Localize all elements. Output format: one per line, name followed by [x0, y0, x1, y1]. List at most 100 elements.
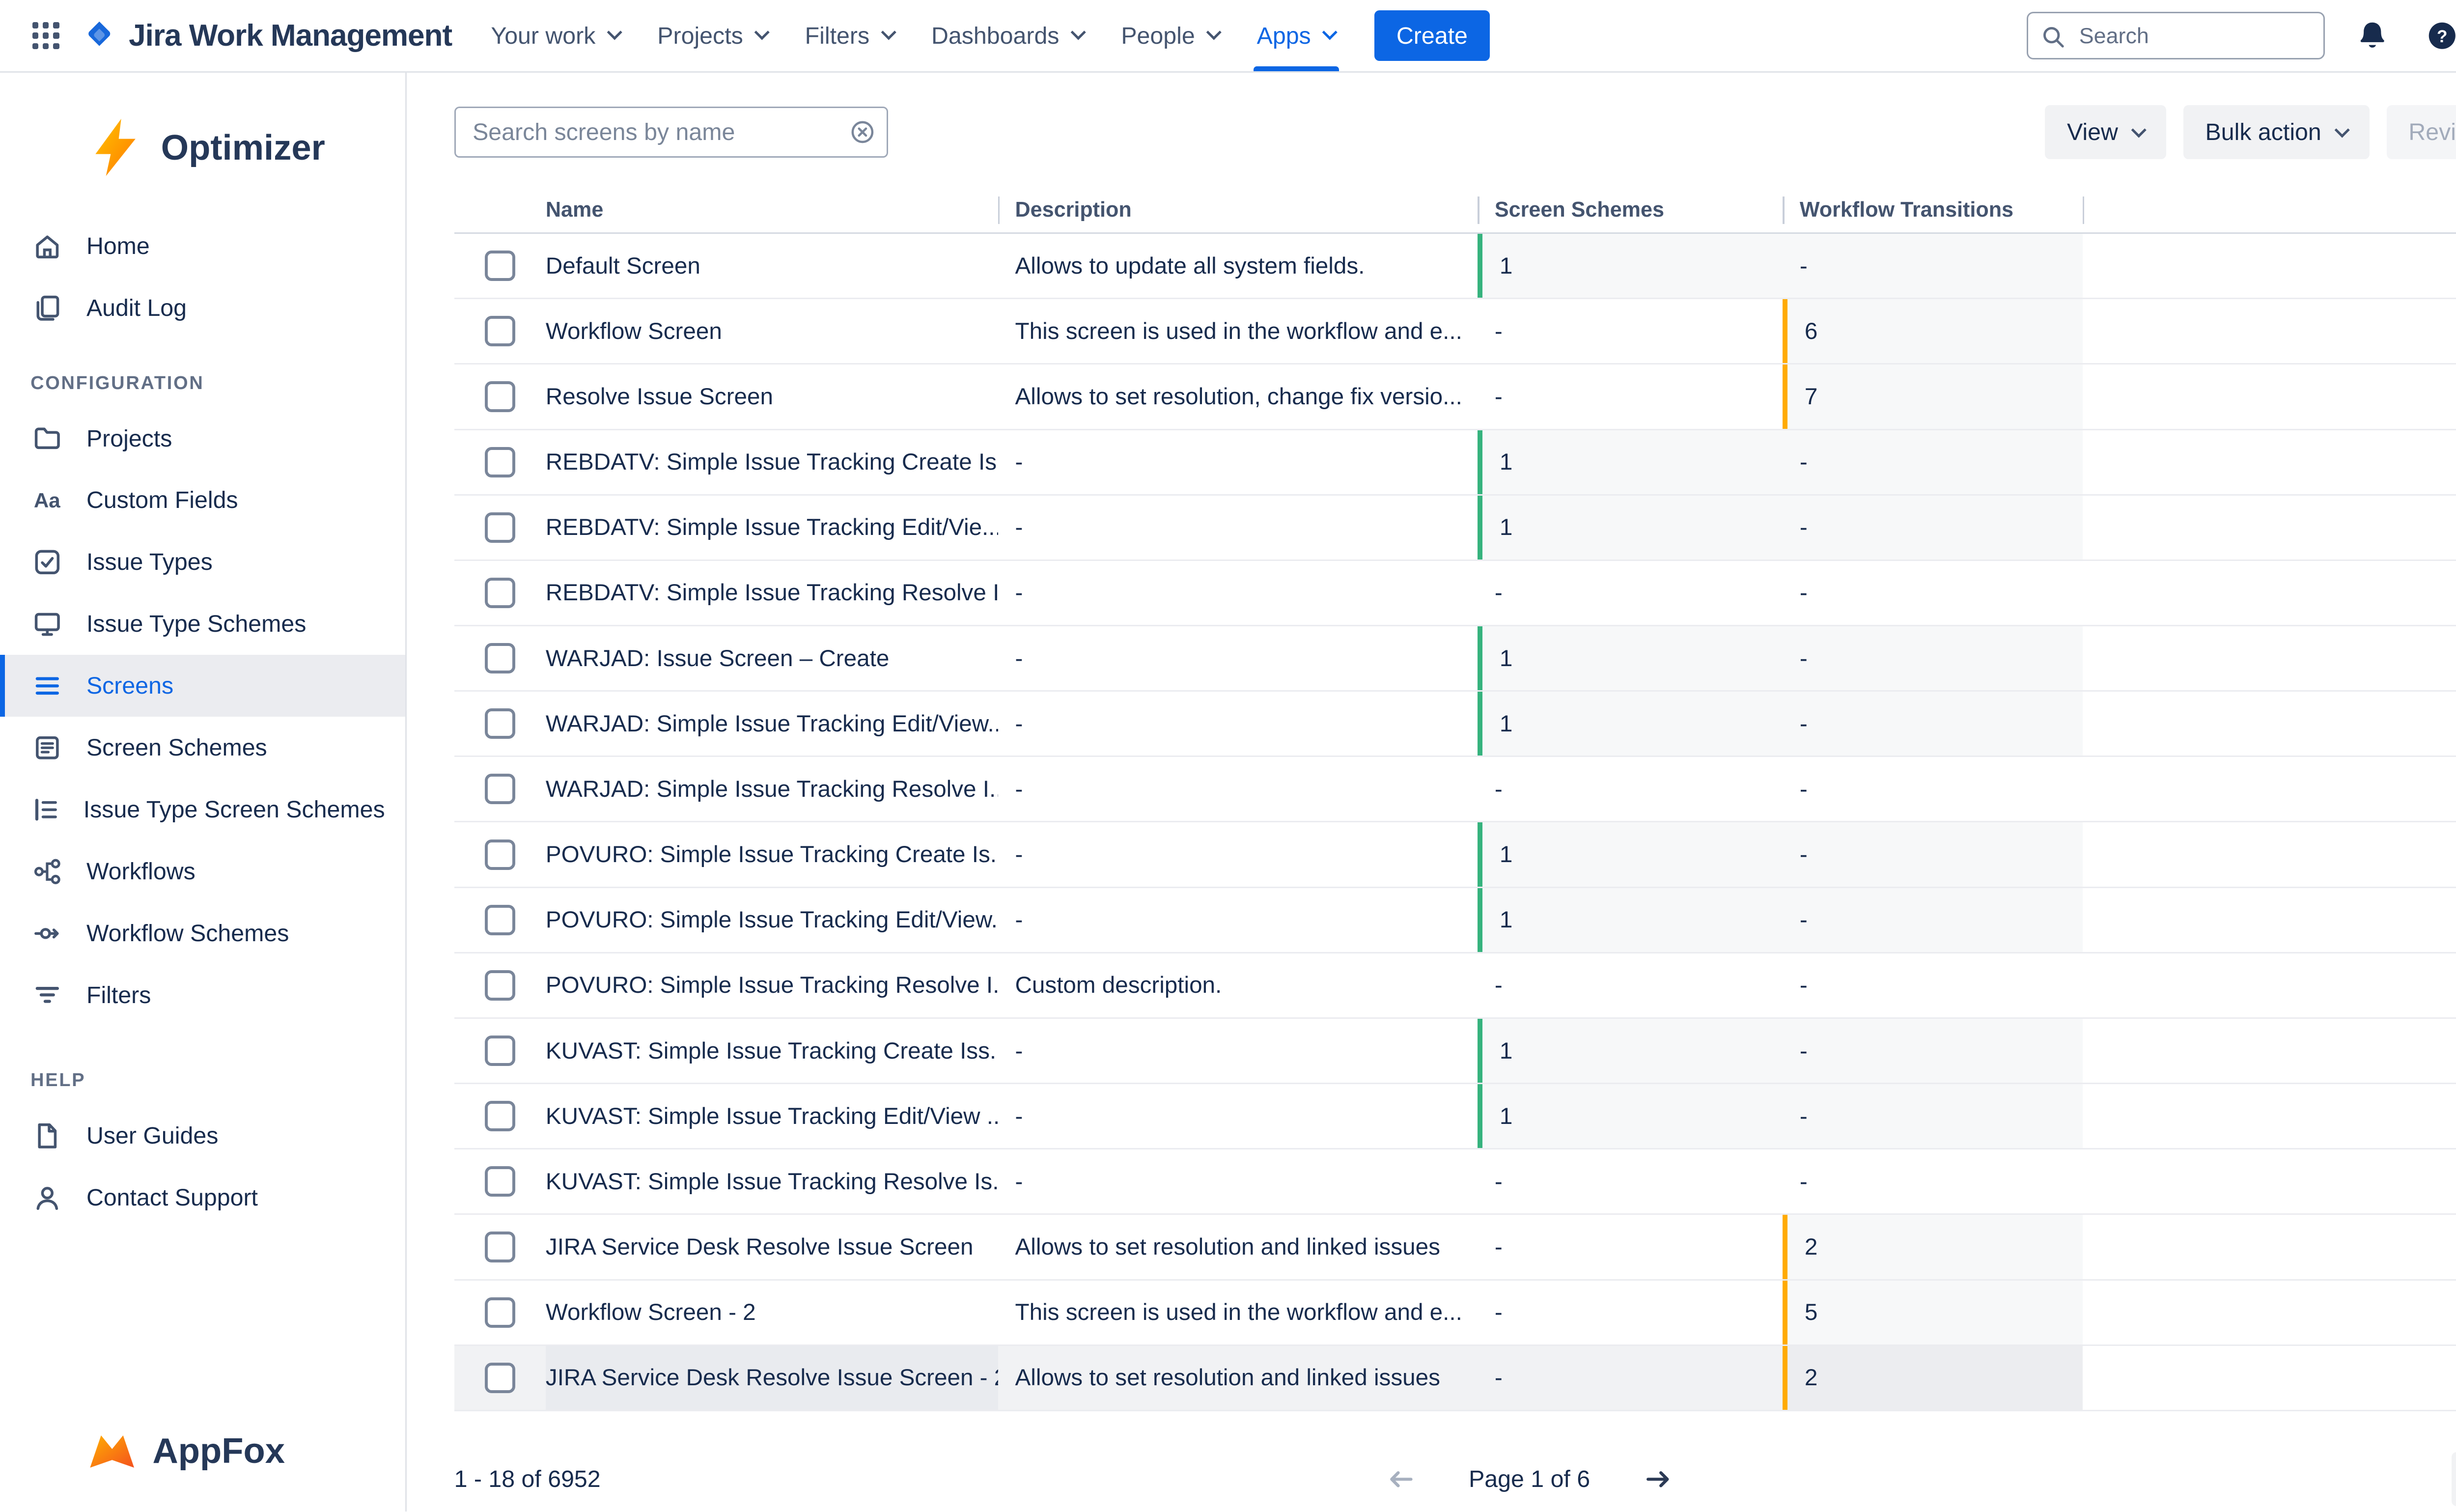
- table-row[interactable]: REBDATV: Simple Issue Tracking Resolve I…: [454, 561, 2456, 626]
- clear-search-icon[interactable]: [849, 118, 876, 145]
- chevron-down-icon: [1070, 25, 1086, 40]
- row-checkbox[interactable]: [485, 381, 515, 412]
- row-checkbox[interactable]: [485, 447, 515, 477]
- table-row[interactable]: KUVAST: Simple Issue Tracking Edit/View …: [454, 1084, 2456, 1149]
- row-checkbox[interactable]: [485, 643, 515, 673]
- page-indicator: Page 1 of 6: [1469, 1465, 1590, 1493]
- screen-schemes-value: -: [1478, 757, 1783, 821]
- row-checkbox[interactable]: [485, 512, 515, 543]
- nav-item-projects[interactable]: Projects: [639, 0, 786, 71]
- row-checkbox[interactable]: [485, 578, 515, 608]
- workflow-transitions-value: -: [1783, 757, 2083, 821]
- top-navigation: Jira Work Management Your workProjectsFi…: [0, 0, 2456, 73]
- row-checkbox[interactable]: [485, 1101, 515, 1131]
- row-checkbox[interactable]: [485, 774, 515, 804]
- table-row[interactable]: POVURO: Simple Issue Tracking Create Is.…: [454, 822, 2456, 888]
- sidebar-item-label: Issue Type Screen Schemes: [84, 796, 385, 823]
- main-content: View Bulk action Review changes Name Des…: [407, 73, 2456, 1512]
- table-row[interactable]: POVURO: Simple Issue Tracking Resolve I.…: [454, 953, 2456, 1019]
- row-filler: [2083, 626, 2456, 690]
- screen-schemes-value: 1: [1478, 1019, 1783, 1083]
- sidebar-item-user-guides[interactable]: User Guides: [0, 1105, 405, 1167]
- table-row[interactable]: REBDATV: Simple Issue Tracking Edit/Vie.…: [454, 496, 2456, 561]
- row-checkbox[interactable]: [485, 1166, 515, 1197]
- nav-item-dashboards[interactable]: Dashboards: [913, 0, 1102, 71]
- nav-item-filters[interactable]: Filters: [786, 0, 913, 71]
- row-checkbox[interactable]: [485, 840, 515, 870]
- previous-page-arrow-icon[interactable]: [1377, 1456, 1425, 1503]
- next-page-arrow-icon[interactable]: [1634, 1456, 1682, 1503]
- help-icon[interactable]: ?: [2420, 14, 2456, 58]
- table-row[interactable]: WARJAD: Issue Screen – Create - 1 -: [454, 626, 2456, 692]
- table-row[interactable]: REBDATV: Simple Issue Tracking Create Is…: [454, 430, 2456, 496]
- row-filler: [2083, 757, 2456, 821]
- custom-fields-icon: Aa: [30, 483, 64, 517]
- sidebar-item-issue-type-schemes[interactable]: Issue Type Schemes: [0, 593, 405, 655]
- row-filler: [2083, 692, 2456, 756]
- sidebar-item-issue-type-screen-schemes[interactable]: Issue Type Screen Schemes: [0, 779, 405, 840]
- screen-description: -: [998, 1149, 1478, 1213]
- sidebar-item-projects[interactable]: Projects: [0, 408, 405, 470]
- sidebar-item-label: Home: [86, 232, 150, 260]
- table-row[interactable]: WARJAD: Simple Issue Tracking Edit/View.…: [454, 692, 2456, 757]
- row-checkbox-cell: [454, 234, 546, 298]
- row-checkbox[interactable]: [485, 1297, 515, 1328]
- sidebar-item-home[interactable]: Home: [0, 215, 405, 277]
- sidebar-item-screen-schemes[interactable]: Screen Schemes: [0, 717, 405, 779]
- screen-description: -: [998, 757, 1478, 821]
- table-row[interactable]: Default Screen Allows to update all syst…: [454, 234, 2456, 299]
- workflow-transitions-value: -: [1783, 1019, 2083, 1083]
- appfox-brand: AppFox: [0, 1424, 405, 1512]
- table-row[interactable]: KUVAST: Simple Issue Tracking Create Iss…: [454, 1019, 2456, 1084]
- row-checkbox[interactable]: [485, 708, 515, 739]
- sidebar-item-contact-support[interactable]: Contact Support: [0, 1167, 405, 1229]
- row-checkbox[interactable]: [485, 1363, 515, 1393]
- sidebar-item-filters[interactable]: Filters: [0, 964, 405, 1026]
- row-checkbox[interactable]: [485, 970, 515, 1001]
- sidebar-item-screens[interactable]: Screens: [0, 655, 405, 717]
- table-row[interactable]: KUVAST: Simple Issue Tracking Resolve Is…: [454, 1149, 2456, 1215]
- sidebar-item-audit-log[interactable]: Audit Log: [0, 277, 405, 339]
- row-checkbox[interactable]: [485, 1036, 515, 1066]
- sidebar-item-issue-types[interactable]: Issue Types: [0, 531, 405, 593]
- screen-schemes-value: -: [1478, 1346, 1783, 1410]
- create-button[interactable]: Create: [1374, 10, 1490, 61]
- screens-search-input[interactable]: [454, 107, 888, 158]
- nav-item-your-work[interactable]: Your work: [472, 0, 639, 71]
- sidebar-item-custom-fields[interactable]: AaCustom Fields: [0, 469, 405, 531]
- table-row[interactable]: Resolve Issue Screen Allows to set resol…: [454, 364, 2456, 430]
- row-checkbox[interactable]: [485, 316, 515, 346]
- nav-item-apps[interactable]: Apps: [1238, 0, 1354, 71]
- row-filler: [2083, 1149, 2456, 1213]
- sidebar-item-workflow-schemes[interactable]: Workflow Schemes: [0, 902, 405, 964]
- app-switcher-icon[interactable]: [20, 10, 71, 61]
- table-row[interactable]: WARJAD: Simple Issue Tracking Resolve I.…: [454, 757, 2456, 822]
- row-checkbox[interactable]: [485, 1232, 515, 1262]
- screen-description: Allows to set resolution and linked issu…: [998, 1215, 1478, 1279]
- jira-logo[interactable]: Jira Work Management: [71, 0, 473, 71]
- table-row[interactable]: JIRA Service Desk Resolve Issue Screen A…: [454, 1215, 2456, 1280]
- nav-item-people[interactable]: People: [1102, 0, 1238, 71]
- table-row[interactable]: JIRA Service Desk Resolve Issue Screen -…: [454, 1346, 2456, 1411]
- row-checkbox[interactable]: [485, 905, 515, 935]
- screen-name: REBDATV: Simple Issue Tracking Resolve I…: [546, 561, 998, 625]
- notifications-bell-icon[interactable]: [2350, 14, 2395, 58]
- bulk-action-label: Bulk action: [2205, 118, 2321, 146]
- row-filler: [2083, 1084, 2456, 1148]
- table-row[interactable]: Workflow Screen This screen is used in t…: [454, 299, 2456, 364]
- table-row[interactable]: Workflow Screen - 2 This screen is used …: [454, 1281, 2456, 1346]
- nav-search-input[interactable]: [2027, 12, 2325, 59]
- export-button[interactable]: Export: [2452, 1452, 2456, 1506]
- chevron-down-icon: [1322, 25, 1338, 40]
- table-row[interactable]: POVURO: Simple Issue Tracking Edit/View.…: [454, 888, 2456, 953]
- screen-description: -: [998, 561, 1478, 625]
- view-button[interactable]: View: [2045, 105, 2166, 159]
- toolbar-actions: View Bulk action Review changes: [2045, 105, 2456, 159]
- screen-name: Workflow Screen: [546, 299, 998, 363]
- workflow-transitions-value: 2: [1783, 1346, 2083, 1410]
- review-changes-button[interactable]: Review changes: [2387, 105, 2456, 159]
- screen-description: -: [998, 888, 1478, 952]
- sidebar-item-workflows[interactable]: Workflows: [0, 840, 405, 902]
- row-checkbox[interactable]: [485, 251, 515, 281]
- bulk-action-button[interactable]: Bulk action: [2183, 105, 2370, 159]
